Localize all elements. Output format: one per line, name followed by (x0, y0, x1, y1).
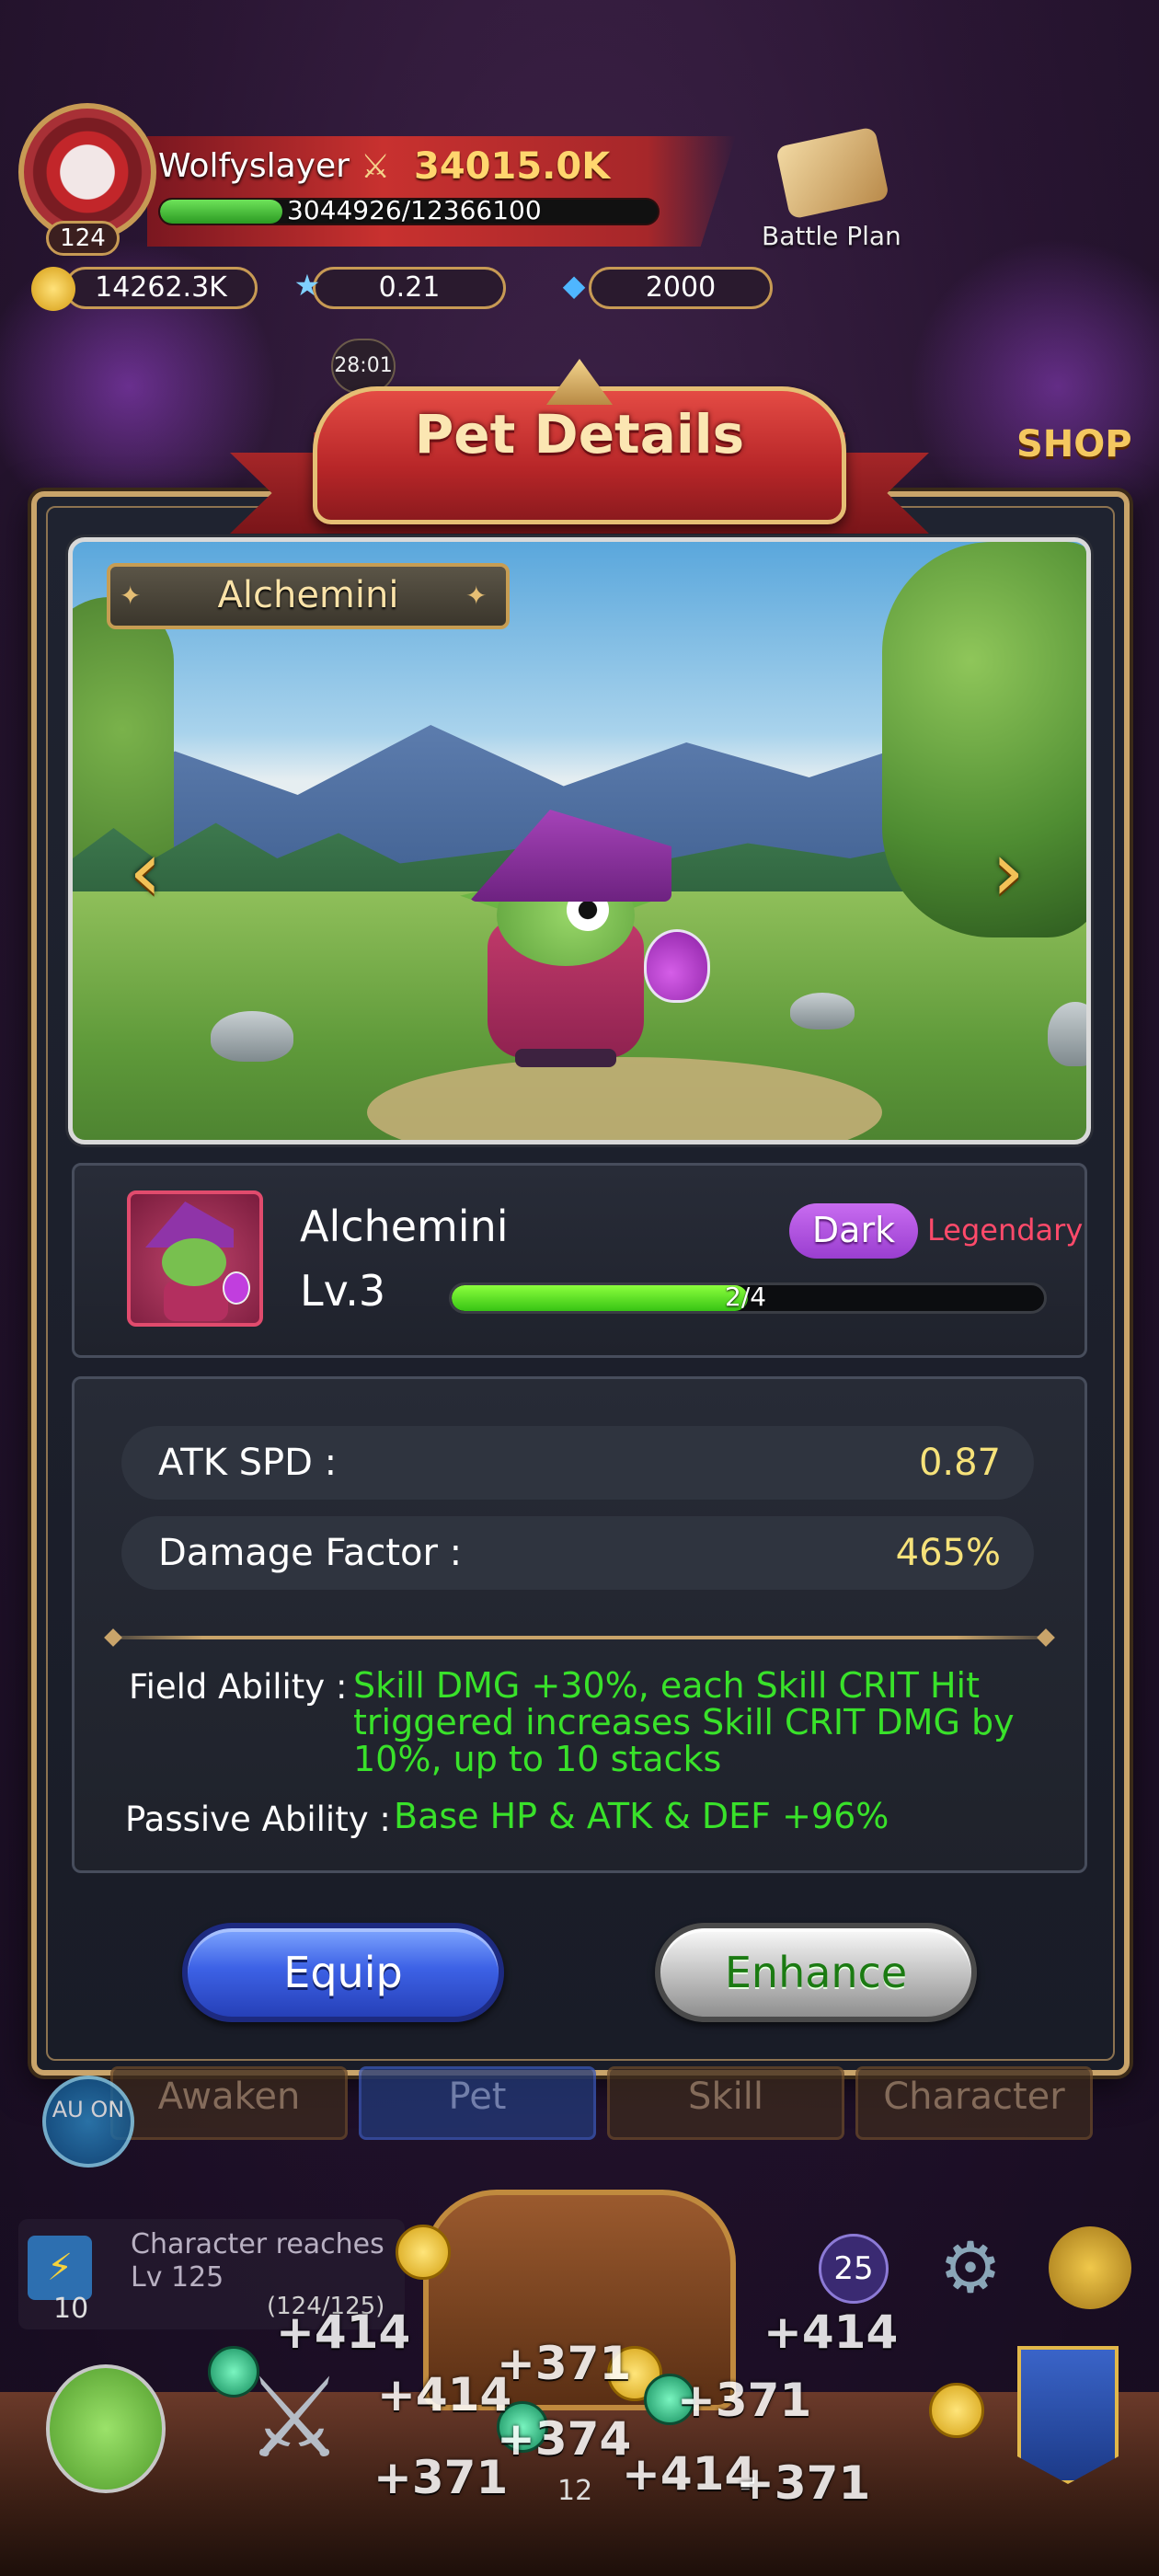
currency-star[interactable]: 0.21 (313, 267, 506, 309)
pet-name: Alchemini (300, 1202, 509, 1251)
round-badge: 25 (819, 2234, 889, 2304)
floating-number: +371 (677, 2374, 812, 2427)
power-display: ⚔ 34015.0K (361, 144, 664, 190)
currency-gem[interactable]: 2000 (589, 267, 773, 309)
previous-pet-arrow[interactable]: ‹ (118, 826, 173, 918)
pet-name-plate-text: Alchemini (217, 574, 399, 616)
stat-label: Damage Factor : (158, 1532, 463, 1574)
quest-text-line: Character reaches (131, 2228, 384, 2260)
crossed-swords-icon: ⚔ (361, 148, 391, 186)
gem-icon (208, 2346, 259, 2398)
level-progress-fill (452, 1285, 748, 1311)
tab-pet[interactable]: Pet (359, 2066, 596, 2140)
passive-ability-text: Base HP & ATK & DEF +96% (394, 1796, 889, 1836)
field-ability-text: Skill DMG +30%, each Skill CRIT Hit trig… (353, 1667, 1052, 1777)
lightning-icon: ⚡ (28, 2236, 92, 2300)
floating-number: +374 (497, 2412, 632, 2466)
bottom-tabs: Awaken Pet Skill Character (110, 2066, 1093, 2140)
tab-character[interactable]: Character (855, 2066, 1093, 2140)
rarity-label: Legendary (927, 1213, 1084, 1248)
gem-icon: ◆ (562, 268, 586, 303)
quest-text-line: Lv 125 (131, 2261, 224, 2294)
character-icon[interactable] (1049, 2226, 1131, 2309)
pet-thumbnail-head (162, 1238, 226, 1286)
enhance-button[interactable]: Enhance (655, 1923, 977, 2022)
potion-icon (644, 929, 710, 1003)
level-progress-text: 2/4 (725, 1282, 767, 1312)
element-badge: Dark (789, 1203, 918, 1259)
rock (211, 1011, 293, 1062)
rock (1048, 1002, 1086, 1066)
coin-icon (929, 2383, 984, 2438)
star-icon: ★ (293, 268, 321, 303)
stat-row-damage-factor: Damage Factor : 465% (121, 1516, 1034, 1590)
quest-count: 10 (53, 2293, 89, 2325)
equip-button[interactable]: Equip (182, 1923, 504, 2022)
timer-bubble: 28:01 (331, 339, 396, 394)
stat-row-atk-spd: ATK SPD : 0.87 (121, 1426, 1034, 1500)
rock (790, 993, 855, 1029)
quest-text: Character reaches Lv 125 (131, 2228, 384, 2294)
auto-button[interactable]: AU ON (42, 2076, 134, 2168)
floating-number: +371 (373, 2451, 509, 2504)
currency-gold-value: 14262.3K (95, 271, 227, 304)
floating-number: +414 (763, 2306, 899, 2359)
stat-value: 465% (895, 1532, 1001, 1574)
field-ability-line: Skill DMG +30%, each Skill CRIT Hit (353, 1665, 980, 1706)
floating-number: +371 (497, 2337, 632, 2390)
currency-star-value: 0.21 (378, 271, 441, 304)
coin-icon (396, 2225, 451, 2280)
bottom-counter: 12 (557, 2475, 593, 2507)
field-ability-label: Field Ability : (129, 1667, 348, 1707)
castle-banner-icon[interactable] (1017, 2346, 1119, 2484)
power-value: 34015.0K (414, 145, 611, 188)
exp-bar-fill (160, 200, 283, 224)
tab-skill[interactable]: Skill (607, 2066, 844, 2140)
next-pet-arrow[interactable]: › (981, 826, 1036, 918)
stat-label: ATK SPD : (158, 1442, 338, 1484)
pet-legs (515, 1049, 616, 1067)
passive-ability-label: Passive Ability : (125, 1800, 391, 1839)
knight-avatar[interactable] (46, 2364, 166, 2493)
tab-awaken[interactable]: Awaken (110, 2066, 348, 2140)
divider (109, 1636, 1050, 1639)
field-ability-line: 10%, up to 10 stacks (353, 1739, 722, 1779)
player-level-badge: 124 (46, 221, 120, 256)
shop-label[interactable]: SHOP (1016, 423, 1132, 466)
currency-gold[interactable]: 14262.3K (64, 267, 258, 309)
player-name: Wolfyslayer (158, 147, 350, 185)
floating-number: +371 (736, 2456, 871, 2510)
floating-number: +414 (276, 2306, 411, 2359)
modal-title: Pet Details (414, 403, 745, 466)
gold-coin-icon (31, 267, 75, 311)
pet-thumbnail-body (164, 1281, 228, 1321)
field-ability-line: triggered increases Skill CRIT DMG by (353, 1702, 1015, 1742)
pet-thumbnail-potion (223, 1271, 250, 1305)
gear-icon[interactable]: ⚙ (929, 2226, 1012, 2309)
stat-value: 0.87 (918, 1442, 1001, 1484)
battle-plan-label[interactable]: Battle Plan (762, 221, 901, 251)
currency-gem-value: 2000 (645, 271, 717, 304)
exp-text: 3044926/12366100 (287, 195, 542, 225)
pet-level: Lv.3 (300, 1266, 386, 1316)
floating-number: +414 (377, 2368, 512, 2421)
